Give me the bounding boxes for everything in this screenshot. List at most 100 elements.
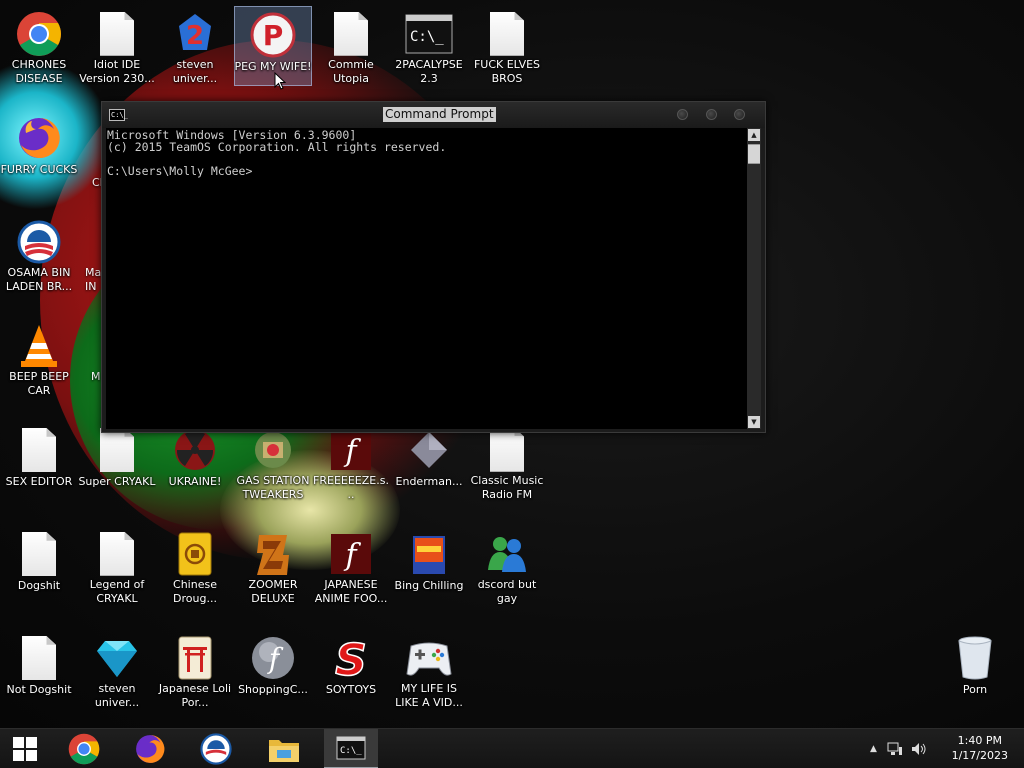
taskbar-obama[interactable] <box>190 729 242 768</box>
desktop-icon-label: Japanese Loli Por... <box>158 682 232 710</box>
desktop-icon-legend-of-cryakl[interactable]: Legend of CRYAKL <box>78 526 156 606</box>
desktop-icon-enderman[interactable]: Enderman... <box>390 422 468 502</box>
game-icon: 2 <box>170 10 220 57</box>
desktop-icon-steven-universe-2[interactable]: steven univer... <box>78 630 156 710</box>
p-logo-icon: P <box>248 11 298 59</box>
desktop-icon-chinese-droug[interactable]: Chinese Droug... <box>156 526 234 606</box>
desktop-icon-label: SOYTOYS <box>325 683 377 696</box>
desktop-icon-shoppingc[interactable]: f ShoppingC... <box>234 630 312 710</box>
vlc-cone-icon <box>14 322 64 369</box>
volume-icon[interactable] <box>911 742 927 756</box>
desktop-icon-label: FUCK ELVES BROS <box>473 58 541 86</box>
minimize-button[interactable] <box>677 109 688 120</box>
desktop-icon-fuck-elves-bros[interactable]: FUCK ELVES BROS <box>468 6 546 86</box>
desktop-icon-label: Enderman... <box>395 475 463 488</box>
scroll-down-arrow-icon[interactable]: ▼ <box>748 416 760 428</box>
desktop-icon-soytoys[interactable]: S SOYTOYS <box>312 630 390 710</box>
maximize-button[interactable] <box>706 109 717 120</box>
desktop-icon-steven-universe-1[interactable]: 2 steven univer... <box>156 6 234 86</box>
desktop-icon-label: OSAMA BIN LADEN BR... <box>5 266 73 294</box>
obama-logo-icon <box>200 733 232 765</box>
desktop-icon-label: Bing Chilling <box>394 579 464 592</box>
start-button[interactable] <box>0 729 50 768</box>
mahjong-tile-icon <box>170 530 220 577</box>
system-tray: ▲ <box>870 729 927 768</box>
desktop-icon-not-dogshit[interactable]: Not Dogshit <box>0 630 78 710</box>
network-icon[interactable] <box>887 742 903 756</box>
command-prompt-icon: C:\_ <box>336 736 366 760</box>
diamond-gray-icon <box>404 426 454 474</box>
desktop-icon-idiot-ide[interactable]: Idiot IDE Version 230... <box>78 6 156 86</box>
desktop-icon-label: MY LIFE IS LIKE A VID... <box>395 682 463 710</box>
desktop-icon-label: UKRAINE! <box>168 475 222 488</box>
desktop-icon-zoomer-deluxe[interactable]: ZOOMER DELUXE <box>234 526 312 606</box>
desktop-icon-classic-music-radio[interactable]: Classic Music Radio FM <box>468 422 546 502</box>
radiation-icon <box>170 426 220 474</box>
gamepad-icon <box>404 634 454 681</box>
desktop-icon-label: Super CRYAKL <box>78 475 156 488</box>
taskbar-clock[interactable]: 1:40 PM 1/17/2023 <box>952 733 1008 763</box>
desktop-icon-dscord-but-gay[interactable]: dscord but gay <box>468 526 546 606</box>
desktop-icon-2pacalypse[interactable]: C:\_ 2PACALYPSE 2.3 <box>390 6 468 86</box>
desktop-icon-label: CHRONES DISEASE <box>11 58 67 86</box>
desktop-icon-porn-recycle-bin[interactable]: Porn <box>936 630 1014 710</box>
desktop-icon-bing-chilling[interactable]: Bing Chilling <box>390 526 468 606</box>
desktop-icon-super-cryakl[interactable]: Super CRYAKL <box>78 422 156 502</box>
desktop-icon-furry-cucks[interactable]: FURRY CUCKS <box>0 110 78 190</box>
partial-label: M <box>91 370 101 383</box>
scrollbar-thumb[interactable] <box>748 144 760 164</box>
desktop[interactable]: CHRONES DISEASE Idiot IDE Version 230...… <box>0 0 1024 728</box>
desktop-icon-commie-utopia[interactable]: Commie Utopia <box>312 6 390 86</box>
document-icon <box>14 530 64 578</box>
command-prompt-window[interactable]: C:\_ Command Prompt Microsoft Windows [V… <box>101 101 766 433</box>
clock-date: 1/17/2023 <box>951 749 1008 762</box>
desktop-icon-japanese-anime-foo[interactable]: f JAPANESE ANIME FOO... <box>312 526 390 606</box>
svg-text:P: P <box>263 19 284 52</box>
desktop-icon-gas-station-tweakers[interactable]: GAS STATION TWEAKERS <box>234 422 312 502</box>
taskbar-file-explorer[interactable] <box>258 729 310 768</box>
desktop-icon-freeeeeze[interactable]: f FREEEEEZE.s... <box>312 422 390 502</box>
desktop-icon-label: ZOOMER DELUXE <box>248 578 298 606</box>
desktop-icon-label: Classic Music Radio FM <box>470 474 544 502</box>
document-icon <box>92 10 142 57</box>
vertical-scrollbar[interactable]: ▲ ▼ <box>747 128 761 429</box>
desktop-icon-peg-my-wife[interactable]: P PEG MY WIFE! <box>234 6 312 86</box>
scroll-up-arrow-icon[interactable]: ▲ <box>748 129 760 141</box>
chevron-up-icon[interactable]: ▲ <box>870 744 877 754</box>
firefox-icon <box>136 735 165 763</box>
document-icon <box>482 426 532 473</box>
desktop-icon-osama-bin-laden[interactable]: OSAMA BIN LADEN BR... <box>0 214 78 294</box>
desktop-icon-label: BEEP BEEP CAR <box>9 370 69 398</box>
desktop-icon-label: FURRY CUCKS <box>0 163 78 176</box>
partial-label: Ma IN <box>85 266 102 293</box>
chrome-icon <box>68 733 100 765</box>
window-titlebar[interactable]: C:\_ Command Prompt <box>102 102 765 128</box>
chrome-icon <box>14 10 64 57</box>
gem-icon <box>92 634 142 681</box>
desktop-icon-sex-editor[interactable]: SEX EDITOR <box>0 422 78 502</box>
desktop-icon-beep-beep-car[interactable]: BEEP BEEP CAR <box>0 318 78 398</box>
desktop-icon-label: Idiot IDE Version 230... <box>79 58 155 86</box>
firefox-icon <box>14 114 64 162</box>
desktop-icon-japanese-loli-por[interactable]: Japanese Loli Por... <box>156 630 234 710</box>
desktop-icon-chrones-disease[interactable]: CHRONES DISEASE <box>0 6 78 86</box>
taskbar-chrome[interactable] <box>58 729 110 768</box>
document-icon <box>92 530 142 577</box>
desktop-icon-ukraine[interactable]: UKRAINE! <box>156 422 234 502</box>
console-output[interactable]: Microsoft Windows [Version 6.3.9600] (c) … <box>106 128 748 429</box>
desktop-icon-label: GAS STATION TWEAKERS <box>236 474 310 502</box>
taskbar-firefox[interactable] <box>124 729 176 768</box>
red-s-icon: S <box>326 634 376 682</box>
document-icon <box>14 634 64 682</box>
taskbar-command-prompt[interactable]: C:\_ <box>324 729 378 768</box>
zoomer-icon <box>248 530 298 577</box>
desktop-icon-my-life-is-like-a-vid[interactable]: MY LIFE IS LIKE A VID... <box>390 630 468 710</box>
svg-text:C:\_: C:\_ <box>410 29 444 45</box>
flash-icon: f <box>326 426 376 473</box>
desktop-icon-label: 2PACALYPSE 2.3 <box>395 58 463 86</box>
gas-station-icon <box>248 426 298 473</box>
desktop-icon-dogshit[interactable]: Dogshit <box>0 526 78 606</box>
desktop-icon-label: Not Dogshit <box>6 683 72 696</box>
close-button[interactable] <box>734 109 745 120</box>
desktop-icon-label: ShoppingC... <box>238 683 308 696</box>
